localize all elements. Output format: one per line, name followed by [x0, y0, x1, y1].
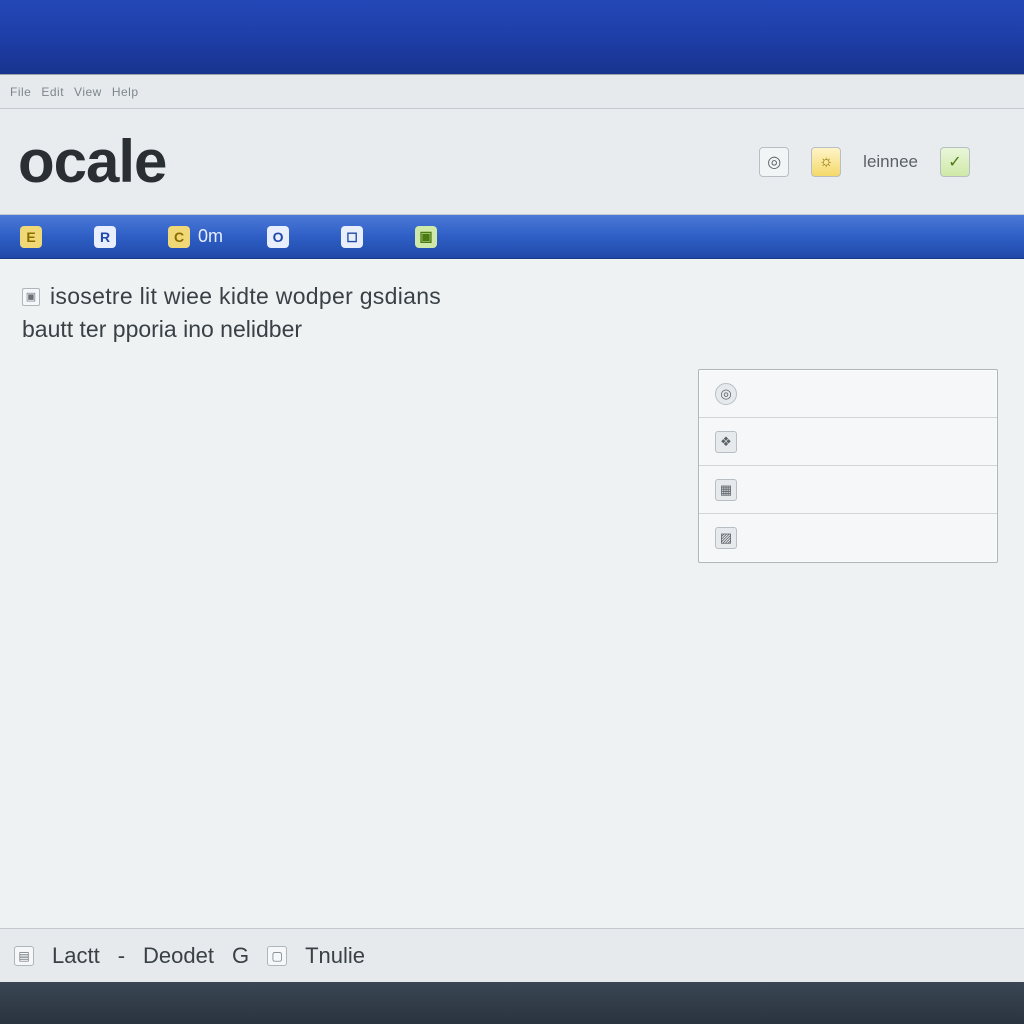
panel-row-1[interactable]: ◎ [699, 370, 997, 418]
panel-row-2[interactable]: ❖ [699, 418, 997, 466]
toolbar-icon-2: R [94, 226, 116, 248]
status-seg-1: Lactt [52, 943, 100, 969]
toolbar-icon-1: E [20, 226, 42, 248]
toolbar: E R C 0m O ◻ ▣ [0, 215, 1024, 259]
bullet-icon: ▣ [22, 288, 40, 306]
panel-row-3[interactable]: ▦ [699, 466, 997, 514]
header-actions: ◎ ☼ leinnee ✓ [759, 147, 970, 177]
content-line-1-wrap: ▣ isosetre lit wiee kidte wodper gsdians [22, 283, 1002, 310]
toolbar-label-3: 0m [198, 226, 223, 247]
status-icon-1: ▤ [14, 946, 34, 966]
side-panel: ◎ ❖ ▦ ▨ [698, 369, 998, 563]
window-titlebar [0, 0, 1024, 74]
status-seg-2: Deodet [143, 943, 214, 969]
panel-icon-1: ◎ [715, 383, 737, 405]
toolbar-item-4[interactable]: O [267, 226, 297, 248]
menu-item-view[interactable]: View [74, 85, 102, 99]
os-taskbar [0, 982, 1024, 1024]
toolbar-item-3[interactable]: C 0m [168, 226, 223, 248]
toolbar-icon-6: ▣ [415, 226, 437, 248]
header-user-label: leinnee [863, 152, 918, 172]
status-seg-3: G [232, 943, 249, 969]
app-logo: ocale [18, 127, 166, 196]
app-window: File Edit View Help ocale ◎ ☼ leinnee ✓ … [0, 74, 1024, 982]
status-bar: ▤ Lactt - Deodet G ▢ Tnulie [0, 928, 1024, 982]
menu-strip: File Edit View Help [0, 75, 1024, 109]
toolbar-icon-4: O [267, 226, 289, 248]
status-seg-4: Tnulie [305, 943, 365, 969]
header-icon-check[interactable]: ✓ [940, 147, 970, 177]
toolbar-icon-5: ◻ [341, 226, 363, 248]
panel-icon-2: ❖ [715, 431, 737, 453]
toolbar-item-1[interactable]: E [20, 226, 50, 248]
header-icon-weather[interactable]: ☼ [811, 147, 841, 177]
content-line-2: bautt ter pporia ino nelidber [22, 316, 1002, 343]
toolbar-icon-3: C [168, 226, 190, 248]
panel-icon-4: ▨ [715, 527, 737, 549]
toolbar-item-2[interactable]: R [94, 226, 124, 248]
status-icon-2: ▢ [267, 946, 287, 966]
status-dash: - [118, 943, 125, 969]
content-area: ▣ isosetre lit wiee kidte wodper gsdians… [0, 259, 1024, 928]
menu-item-file[interactable]: File [10, 85, 31, 99]
header: ocale ◎ ☼ leinnee ✓ [0, 109, 1024, 215]
panel-icon-3: ▦ [715, 479, 737, 501]
content-line-1: isosetre lit wiee kidte wodper gsdians [50, 283, 441, 310]
menu-item-help[interactable]: Help [112, 85, 139, 99]
toolbar-item-5[interactable]: ◻ [341, 226, 371, 248]
menu-item-edit[interactable]: Edit [41, 85, 64, 99]
header-icon-target[interactable]: ◎ [759, 147, 789, 177]
toolbar-item-6[interactable]: ▣ [415, 226, 445, 248]
panel-row-4[interactable]: ▨ [699, 514, 997, 562]
